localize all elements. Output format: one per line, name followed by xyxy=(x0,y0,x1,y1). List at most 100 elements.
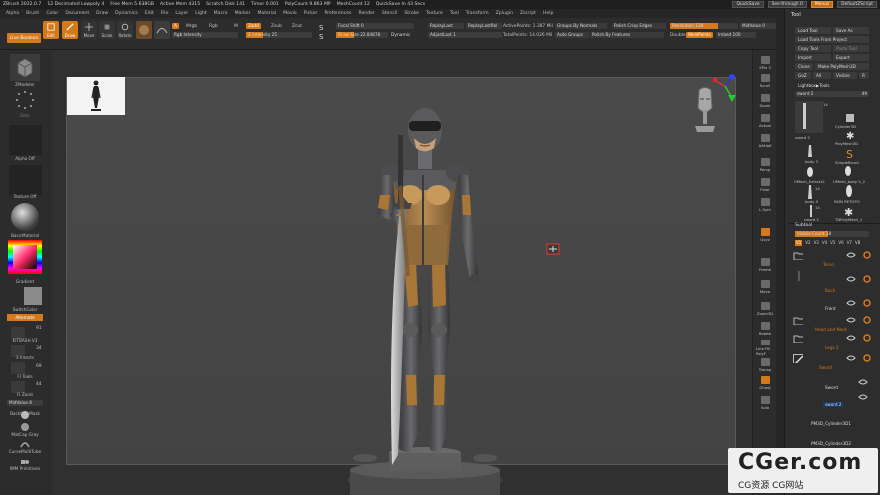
subtool-item-back[interactable]: Back xyxy=(793,271,875,293)
draw-size-slider[interactable]: Draw Size 22.84878 xyxy=(336,32,388,38)
replay-last-rel-button[interactable]: ReplayLastRel xyxy=(466,23,502,29)
aahalf-button[interactable]: AAHalf xyxy=(756,132,774,148)
lsym-button[interactable]: L.Sym xyxy=(756,196,774,212)
focal-shift-slider[interactable]: Focal Shift 0 xyxy=(336,23,414,29)
menu-transform[interactable]: Transform xyxy=(466,11,489,16)
menu-edit[interactable]: Edit xyxy=(145,11,154,16)
subtool-header[interactable]: Subtool xyxy=(795,223,812,228)
menu-color[interactable]: Color xyxy=(46,11,58,16)
tool-thumb-polymesh[interactable]: ✱ xyxy=(843,130,857,142)
eye-gear-icon[interactable] xyxy=(845,334,875,342)
adjust-last-slider[interactable]: AdjustLast 1 xyxy=(428,32,502,38)
r-button[interactable]: R xyxy=(859,72,869,79)
menu-dynamics[interactable]: Dynamics xyxy=(115,11,138,16)
midvalue-left-slider[interactable]: MidValue 8 xyxy=(7,400,43,406)
tool-thumb-sword2b[interactable] xyxy=(807,205,815,217)
subtool-item-front[interactable]: Front xyxy=(793,295,873,311)
character-model[interactable] xyxy=(330,75,520,495)
weld-points-toggle[interactable]: WeldPoints xyxy=(686,32,713,38)
eye-gear-icon[interactable] xyxy=(845,275,875,283)
actual-button[interactable]: Actual xyxy=(756,112,774,128)
transp-button[interactable]: Transp xyxy=(756,356,774,372)
subtool-item-sword[interactable]: Sword xyxy=(793,353,873,370)
tool-thumb-tnpolymesh[interactable]: ✱ xyxy=(843,205,855,219)
gxyz-button[interactable]: Gxyz xyxy=(756,226,774,242)
floor-button[interactable]: Floor xyxy=(756,176,774,192)
brush-thumbnail[interactable] xyxy=(136,21,152,39)
menu-draw[interactable]: Draw xyxy=(96,11,108,16)
polish-crisp-edges-button[interactable]: Polish Crisp Edges xyxy=(612,23,666,29)
rotate-view-button[interactable]: Rotate xyxy=(756,320,774,336)
texture-thumbnail[interactable] xyxy=(9,165,42,195)
tool-thumb-simplebrush[interactable]: S xyxy=(843,147,857,161)
subtool-folder-head[interactable]: Head and Neck xyxy=(793,315,875,332)
menu-zscript[interactable]: Zscript xyxy=(520,11,536,16)
secondary-color-swatch[interactable] xyxy=(24,287,42,305)
rgb-toggle[interactable]: Rgb xyxy=(209,24,218,29)
make-polymesh3d-button[interactable]: Make PolyMesh3D xyxy=(815,63,869,70)
matcap-gray-thumbnail[interactable] xyxy=(20,422,30,432)
scale-button[interactable]: Scale xyxy=(99,21,115,39)
double-toggle[interactable]: Double xyxy=(670,33,686,38)
mrgb-toggle[interactable]: Mrgb xyxy=(186,24,197,29)
eye-icon[interactable] xyxy=(845,393,875,401)
menu-help[interactable]: Help xyxy=(543,11,553,16)
zadd-toggle[interactable]: Zadd xyxy=(246,23,261,29)
tool-thumb-umesh-extract[interactable] xyxy=(805,165,815,179)
lightbox-tools-button[interactable]: Lightbox▶Tools xyxy=(795,82,869,89)
draw-button[interactable]: Draw xyxy=(62,21,78,39)
navigation-thumbnail[interactable] xyxy=(67,77,125,115)
menu-stroke[interactable]: Stroke xyxy=(404,11,419,16)
tool-thumb-body5[interactable] xyxy=(805,185,815,199)
menu-picker[interactable]: Picker xyxy=(304,11,318,16)
eye-gear-icon[interactable] xyxy=(845,251,875,259)
see-through-slider[interactable]: See-through 0 xyxy=(767,1,807,8)
frame-button[interactable]: Frame xyxy=(756,256,774,272)
auto-groups-button[interactable]: Auto Groups xyxy=(555,32,589,38)
menu-file[interactable]: File xyxy=(161,11,169,16)
zmodeler-brush[interactable] xyxy=(10,54,40,81)
stroke-thumbnail[interactable] xyxy=(154,21,170,39)
v-tab-7[interactable]: V7 xyxy=(847,240,852,246)
rgb-intensity-slider[interactable]: Rgb Intensity xyxy=(172,32,238,38)
move-button[interactable]: Move xyxy=(81,21,97,39)
save-as-button[interactable]: Save As xyxy=(833,27,869,34)
load-tool-button[interactable]: Load Tool xyxy=(795,27,831,34)
m-toggle[interactable]: M xyxy=(234,24,238,29)
dots-stroke[interactable] xyxy=(15,90,35,110)
tool-thumb-skin-retopo[interactable] xyxy=(845,185,853,199)
default-zscript-button[interactable]: DefaultZScript xyxy=(837,1,877,8)
menu-alpha[interactable]: Alpha xyxy=(6,11,19,16)
color-picker[interactable] xyxy=(8,240,42,274)
z-intensity-slider[interactable]: Z Intensity 25 xyxy=(246,32,312,38)
current-tool-slider[interactable]: sword 2 49 xyxy=(795,91,869,97)
subtool-item-sword2[interactable]: sword 2 xyxy=(793,392,875,407)
v-tab-4[interactable]: V4 xyxy=(822,240,827,246)
subtool-item-pm3d-2[interactable]: PM3D_Cylinder3D2 xyxy=(793,432,873,446)
all-button[interactable]: All xyxy=(813,72,831,79)
menu-macro[interactable]: Macro xyxy=(214,11,228,16)
resolution-slider[interactable]: Resolution 128 xyxy=(670,23,738,29)
replay-last-button[interactable]: ReplayLast xyxy=(428,23,464,29)
eye-gear-icon[interactable] xyxy=(845,316,875,324)
clone-button[interactable]: Clone xyxy=(795,63,813,70)
polyf-button[interactable]: Line Fill PolyF xyxy=(756,340,774,356)
eye-icon[interactable] xyxy=(845,378,875,386)
alternate-toggle[interactable]: Alternate xyxy=(7,314,43,321)
menu-light[interactable]: Light xyxy=(195,11,206,16)
menu-material[interactable]: Material xyxy=(257,11,276,16)
dynamic-toggle[interactable]: Dynamic xyxy=(391,33,410,38)
subtool-item-sword-b[interactable]: Sword xyxy=(793,373,875,390)
zoom-button[interactable]: Zoom xyxy=(756,92,774,108)
solo-button[interactable]: Solo xyxy=(756,394,774,410)
menu-zplugin[interactable]: Zplugin xyxy=(496,11,513,16)
v-tab-5[interactable]: V5 xyxy=(830,240,835,246)
mid-value-slider[interactable]: MidValue 0 xyxy=(740,23,780,29)
edit-button[interactable]: Edit xyxy=(43,21,59,39)
move-view-button[interactable]: Move xyxy=(756,278,774,294)
visible-button[interactable]: Visible xyxy=(833,72,857,79)
live-boolean-button[interactable]: Live Boolean xyxy=(7,33,41,43)
menu-brush[interactable]: Brush xyxy=(26,11,39,16)
spix-button[interactable]: SPix 3 xyxy=(756,54,774,70)
alpha-thumbnail[interactable] xyxy=(9,125,42,155)
